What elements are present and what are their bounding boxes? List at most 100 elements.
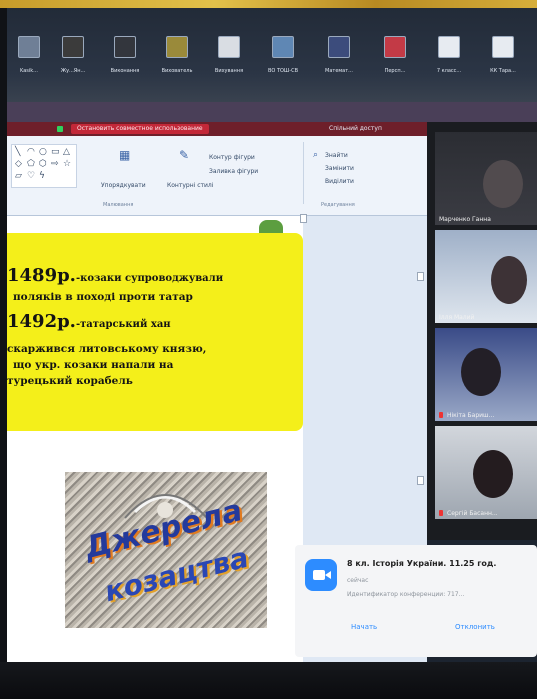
desktop-icon-label: Kasik... [20,68,38,74]
participant-name: Марченко Ганна [439,216,491,223]
desktop-icon-label: Математ... [325,68,353,74]
desktop-icon-label: Виконання [110,68,140,74]
desktop-icon[interactable]: Персп... [373,36,417,74]
file-icon [114,36,136,58]
resize-handle[interactable] [417,476,424,485]
document-icon [438,36,460,58]
replace-button[interactable]: Замінити [325,165,354,172]
participant-name: Сергій Басанн... [447,510,498,517]
line-shape-icon[interactable]: ╲ [15,147,20,157]
poster-image: Джерела козацтва [65,472,267,628]
desktop-icon[interactable]: Математ... [317,36,361,74]
curve-shape-icon[interactable]: ◠ [27,147,35,157]
participant-name: Ілля Малий [439,314,475,321]
sharing-indicator-icon [57,126,63,132]
arrow-shape-icon[interactable]: ⇨ [51,159,59,169]
desktop-icon-label: Жу...Ян... [60,68,86,74]
monitor-screen: Kasik... Жу...Ян... Виконання Вихователь… [7,8,537,662]
notification-meeting-id: Идентификатор конференции: 717... [347,591,465,598]
participant-name: Нікіта Бариш... [447,412,495,419]
find-icon: ⌕ [313,150,319,160]
notification-title: 8 кл. Історія України. 11.25 год. [347,559,497,568]
pentagon-shape-icon[interactable]: ⬠ [27,159,35,169]
desktop-icon-label: ВО ТОШ-СВ [267,68,299,74]
zoom-meeting-notification: 8 кл. Історія України. 11.25 год. сейчас… [295,545,537,657]
resize-handle[interactable] [417,272,424,281]
desktop-icon-label: Персп... [384,68,406,74]
diamond-shape-icon[interactable]: ◇ [15,159,22,169]
slide-year: 1489р. [7,265,76,286]
oval-shape-icon[interactable]: ○ [39,147,47,157]
notification-time: сейчас [347,577,369,584]
rectangle-shape-icon[interactable]: ▭ [51,147,60,157]
desktop-icon[interactable]: Вихування [207,36,251,74]
person-silhouette-icon [473,450,513,498]
paint-ribbon: ╲ ◠ ○ ▭ △ ◇ ⬠ ⬡ ⇨ ☆ ▱ ♡ ϟ ▦ Упорядкувати… [7,136,427,216]
slide-line: поляків в поході проти татар [13,291,193,303]
slide-line: турецький корабель [7,375,133,387]
desktop-icon[interactable]: КК Тара... [481,36,525,74]
monitor-glare [0,0,537,8]
file-icon [218,36,240,58]
participant-video-tile[interactable]: Ілля Малий [435,230,537,323]
camera-icon [313,570,325,580]
file-icon [62,36,84,58]
image-icon [328,36,350,58]
join-meeting-button[interactable]: Начать [351,623,377,631]
hexagon-shape-icon[interactable]: ⬡ [39,159,47,169]
app-menu-strip [7,102,537,122]
monitor-bezel-bottom [0,662,537,699]
desktop-icon[interactable]: Виконання [103,36,147,74]
shapes-gallery[interactable]: ╲ ◠ ○ ▭ △ ◇ ⬠ ⬡ ⇨ ☆ ▱ ♡ ϟ [11,144,77,188]
lightning-shape-icon[interactable]: ϟ [39,171,45,181]
stop-share-button[interactable]: Остановить совместное использование [71,124,209,134]
document-icon [492,36,514,58]
star-shape-icon[interactable]: ☆ [63,159,71,169]
participant-video-tile[interactable]: Нікіта Бариш... [435,328,537,421]
slide-line: що укр. козаки напали на [13,359,174,371]
shape-outline-button[interactable]: Контур фігури [209,154,255,161]
desktop-icon[interactable]: Вихователь [155,36,199,74]
remote-control-button[interactable]: Спільний доступ [325,124,386,134]
ribbon-group-label: Малювання [103,202,134,208]
slide-text-card: 1489р.-козаки супроводжували поляків в п… [7,233,303,431]
zoom-logo-icon [305,559,337,591]
file-icon [18,36,40,58]
outline-styles-button[interactable]: Контурні стилі [167,182,213,189]
desktop-icon[interactable]: ВО ТОШ-СВ [261,36,305,74]
slide-text: -татарський хан [75,319,171,330]
person-silhouette-icon [491,256,527,304]
monitor-bezel-left [0,8,7,662]
desktop-icon[interactable]: Kasik... [7,36,51,74]
arrange-icon: ▦ [119,148,131,162]
desktop-icon[interactable]: Жу...Ян... [51,36,95,74]
desktop-icon-label: 7 класс... [436,68,462,74]
person-silhouette-icon [483,160,523,208]
slide-text: -козаки супроводжували [75,273,224,284]
find-button[interactable]: Знайти [325,152,348,159]
arrange-button[interactable]: Упорядкувати [101,182,146,189]
camera-lens-icon [325,571,331,579]
desktop-icon-label: Вихователь [161,68,193,74]
slide-line: 1492р.-татарський хан [7,311,171,332]
resize-handle[interactable] [300,214,307,223]
person-silhouette-icon [461,348,501,396]
image-icon [272,36,294,58]
zoom-participants-panel: Марченко Ганна Ілля Малий Нікіта Бариш..… [427,122,537,540]
muted-mic-icon [439,412,443,418]
dismiss-notification-button[interactable]: Отклонить [455,623,495,631]
participant-video-tile[interactable]: Марченко Ганна [435,132,537,225]
desktop-icon-strip: Kasik... Жу...Ян... Виконання Вихователь… [7,8,537,102]
desktop-icon-label: Вихування [214,68,244,74]
select-button[interactable]: Виділити [325,178,354,185]
desktop-icon-label: КК Тара... [490,68,516,74]
triangle-shape-icon[interactable]: △ [63,147,70,157]
heart-shape-icon[interactable]: ♡ [27,171,35,181]
folder-icon [166,36,188,58]
desktop-icon[interactable]: 7 класс... [427,36,471,74]
callout-shape-icon[interactable]: ▱ [15,171,22,181]
participant-video-tile[interactable]: Сергій Басанн... [435,426,537,519]
shape-fill-button[interactable]: Заливка фігури [209,168,258,175]
document-icon [384,36,406,58]
slide-year: 1492р. [7,311,76,332]
